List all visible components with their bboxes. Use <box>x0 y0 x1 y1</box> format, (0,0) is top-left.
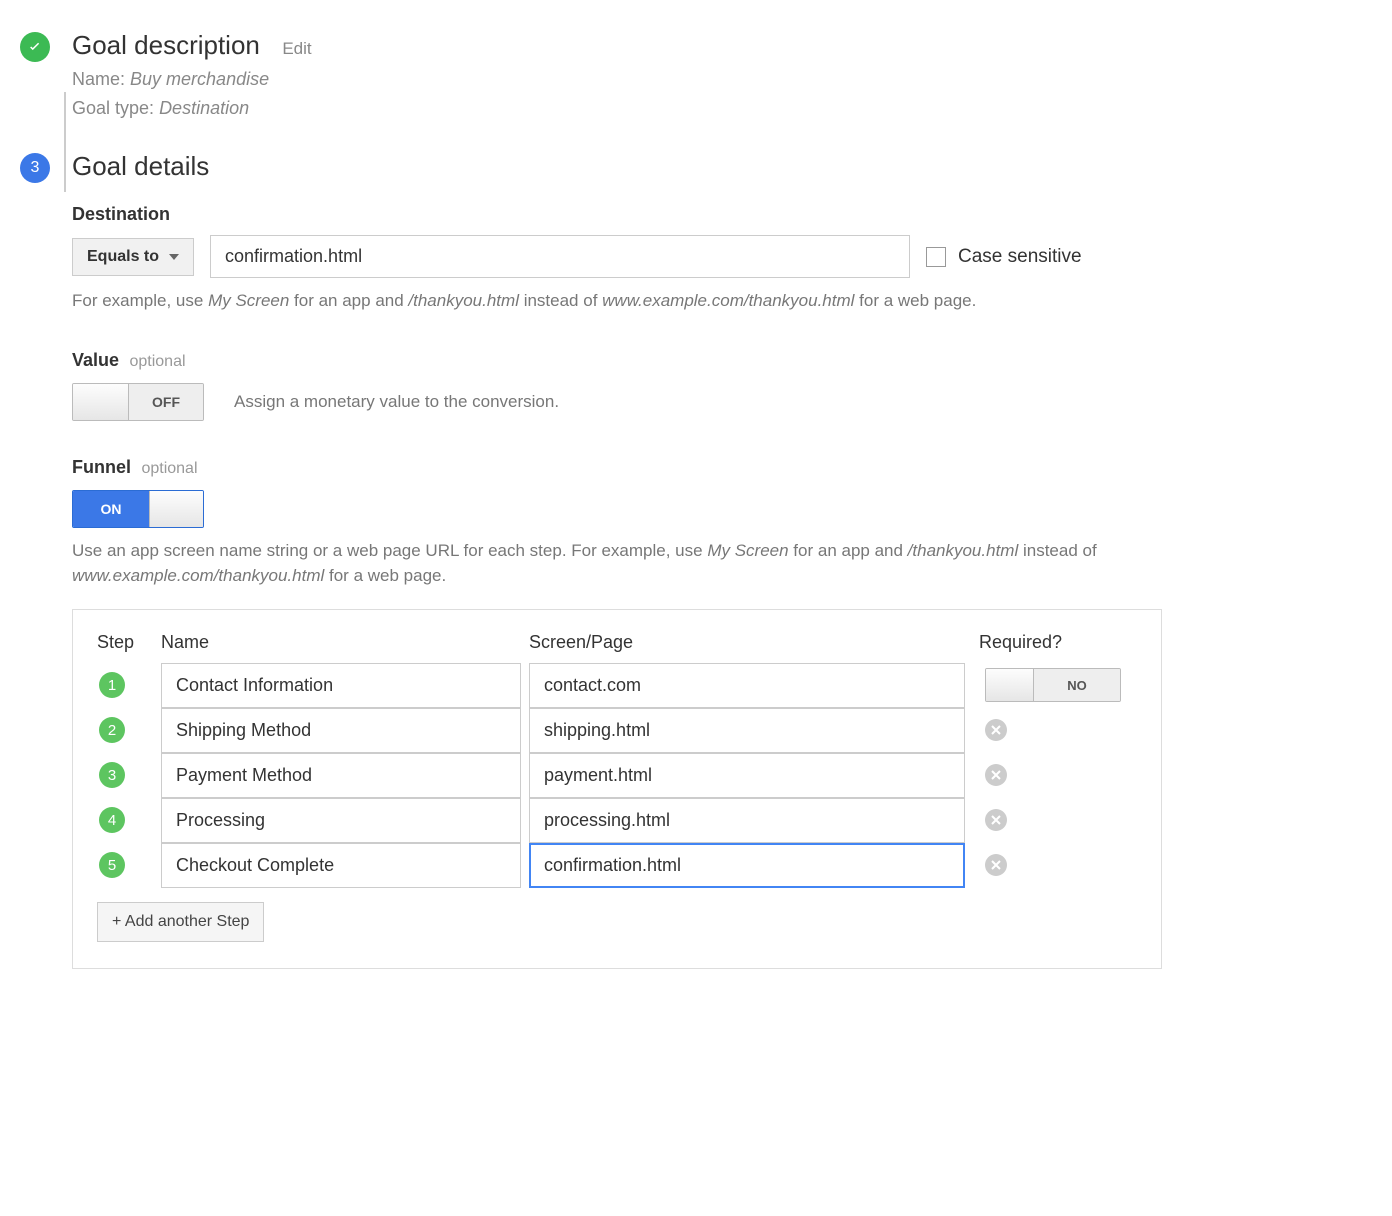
goal-type-line: Goal type: Destination <box>72 98 1372 119</box>
goal-description-title: Goal description <box>72 30 260 60</box>
match-type-value: Equals to <box>87 248 159 266</box>
funnel-step-row: 3 <box>97 753 1137 798</box>
required-toggle[interactable]: NO <box>985 668 1121 702</box>
destination-input[interactable] <box>210 235 910 278</box>
col-page-header: Screen/Page <box>529 632 979 653</box>
toggle-knob <box>986 669 1034 701</box>
step-number-badge: 3 <box>99 762 125 788</box>
funnel-optional: optional <box>141 460 197 477</box>
step-number-badge: 1 <box>99 672 125 698</box>
step-number-badge: 2 <box>99 717 125 743</box>
goal-details-title: Goal details <box>72 151 209 181</box>
value-toggle[interactable]: OFF <box>72 383 204 421</box>
funnel-toggle-state: ON <box>73 491 149 527</box>
name-value: Buy merchandise <box>130 69 269 89</box>
step-name-input[interactable] <box>161 753 521 798</box>
toggle-knob <box>73 384 129 420</box>
name-label: Name: <box>72 69 125 89</box>
funnel-hint: Use an app screen name string or a web p… <box>72 538 1132 589</box>
delete-step-icon[interactable] <box>985 809 1007 831</box>
step-name-input[interactable] <box>161 843 521 888</box>
destination-heading: Destination <box>72 204 1372 225</box>
funnel-step-row: 4 <box>97 798 1137 843</box>
add-step-button[interactable]: + Add another Step <box>97 902 264 942</box>
step-name-input[interactable] <box>161 798 521 843</box>
chevron-down-icon <box>169 254 179 260</box>
delete-step-icon[interactable] <box>985 764 1007 786</box>
match-type-dropdown[interactable]: Equals to <box>72 238 194 276</box>
step-page-input[interactable] <box>529 843 965 888</box>
funnel-steps-table: Step Name Screen/Page Required? 1NO2345 … <box>72 609 1162 969</box>
step-number-badge: 5 <box>99 852 125 878</box>
value-label: Value <box>72 350 119 371</box>
case-sensitive-label: Case sensitive <box>958 246 1082 268</box>
step-page-input[interactable] <box>529 708 965 753</box>
step-number-badge: 4 <box>99 807 125 833</box>
col-name-header: Name <box>161 632 529 653</box>
type-value: Destination <box>159 98 249 118</box>
edit-link[interactable]: Edit <box>282 39 311 58</box>
funnel-toggle[interactable]: ON <box>72 490 204 528</box>
value-optional: optional <box>129 353 185 370</box>
case-sensitive-checkbox[interactable]: Case sensitive <box>926 246 1082 268</box>
goal-details-section: 3 Goal details Destination Equals to Cas… <box>20 151 1372 969</box>
step-page-input[interactable] <box>529 798 965 843</box>
funnel-step-row: 1 NO <box>97 663 1137 708</box>
step-name-input[interactable] <box>161 663 521 708</box>
step-connector-line <box>64 92 66 192</box>
toggle-knob <box>149 491 203 527</box>
goal-name-line: Name: Buy merchandise <box>72 69 1372 90</box>
step-name-input[interactable] <box>161 708 521 753</box>
value-description: Assign a monetary value to the conversio… <box>234 392 559 412</box>
type-label: Goal type: <box>72 98 154 118</box>
funnel-step-row: 5 <box>97 843 1137 888</box>
col-required-header: Required? <box>979 632 1137 653</box>
checkbox-icon <box>926 247 946 267</box>
delete-step-icon[interactable] <box>985 854 1007 876</box>
funnel-label: Funnel <box>72 457 131 478</box>
step-number-badge: 3 <box>20 153 50 183</box>
goal-description-section: Goal description Edit Name: Buy merchand… <box>20 30 1372 119</box>
step-page-input[interactable] <box>529 663 965 708</box>
funnel-step-row: 2 <box>97 708 1137 753</box>
delete-step-icon[interactable] <box>985 719 1007 741</box>
col-step-header: Step <box>97 632 161 653</box>
required-toggle-state: NO <box>1034 669 1120 701</box>
step-page-input[interactable] <box>529 753 965 798</box>
value-toggle-state: OFF <box>129 384 203 420</box>
checkmark-icon <box>20 32 50 62</box>
destination-hint: For example, use My Screen for an app an… <box>72 288 1372 314</box>
